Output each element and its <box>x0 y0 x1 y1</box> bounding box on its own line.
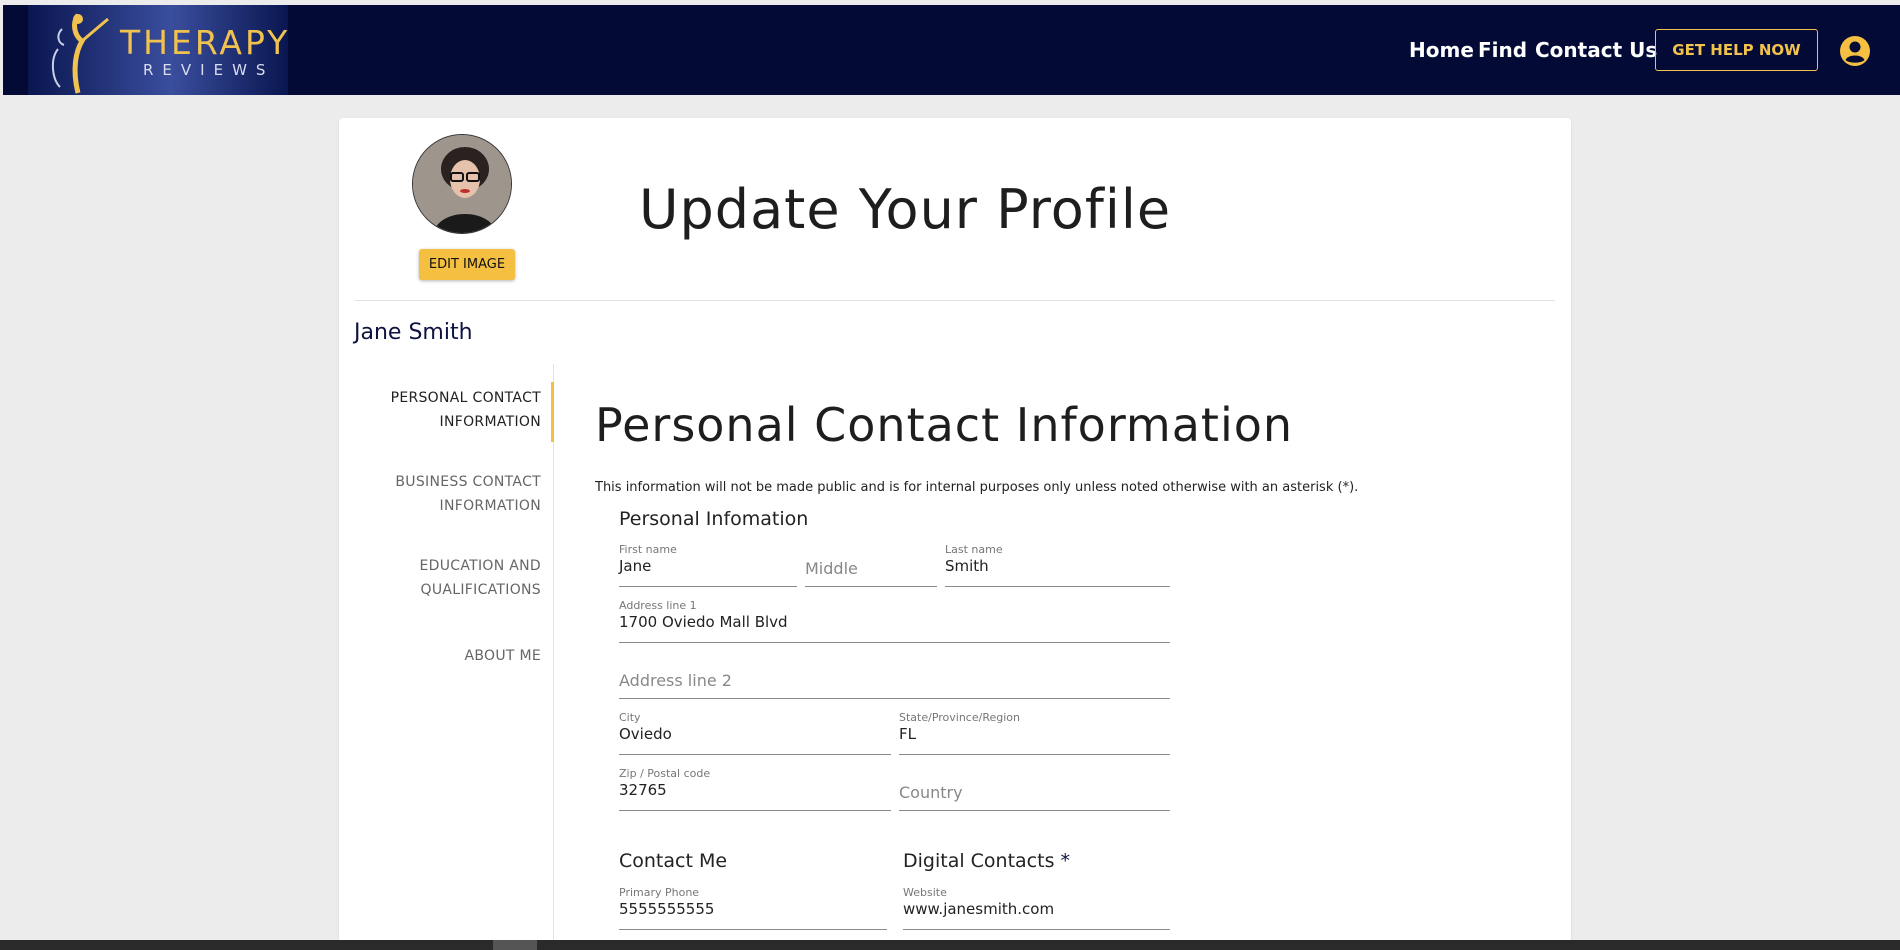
sidebar-item-label: QUALIFICATIONS <box>420 582 541 598</box>
profile-photo <box>413 135 511 233</box>
sidebar-item-business-contact[interactable]: BUSINESS CONTACT INFORMATION <box>395 470 541 518</box>
sidebar-item-personal-contact[interactable]: PERSONAL CONTACT INFORMATION <box>391 386 541 434</box>
state-field[interactable]: State/Province/Region FL <box>899 709 1170 755</box>
middle-name-field[interactable]: Middle <box>805 541 937 587</box>
city-field[interactable]: City Oviedo <box>619 709 891 755</box>
nav-find[interactable]: Find <box>1478 38 1527 62</box>
website-value: www.janesmith.com <box>903 900 1055 918</box>
personal-info-heading: Personal Infomation <box>619 508 809 530</box>
website-label: Website <box>903 886 947 899</box>
website-field[interactable]: Website www.janesmith.com <box>903 884 1170 930</box>
first-name-label: First name <box>619 543 677 556</box>
address-line2-placeholder: Address line 2 <box>619 671 732 690</box>
edit-image-button[interactable]: EDIT IMAGE <box>419 249 515 280</box>
sidebar-item-label: ABOUT ME <box>464 648 541 664</box>
last-name-field[interactable]: Last name Smith <box>945 541 1170 587</box>
primary-phone-field[interactable]: Primary Phone 5555555555 <box>619 884 887 930</box>
brand-logo[interactable]: THERAPY REVIEWS <box>28 5 288 95</box>
zip-label: Zip / Postal code <box>619 767 711 780</box>
privacy-note: This information will not be made public… <box>595 480 1359 495</box>
brand-subtitle: REVIEWS <box>143 61 275 79</box>
middle-name-placeholder: Middle <box>805 559 858 578</box>
country-field[interactable]: Country <box>899 765 1170 811</box>
section-title: Personal Contact Information <box>595 398 1294 452</box>
sidebar-item-label: BUSINESS CONTACT <box>395 474 541 490</box>
state-label: State/Province/Region <box>899 711 1020 724</box>
sidebar-item-label: INFORMATION <box>439 498 541 514</box>
active-tab-indicator <box>551 382 554 442</box>
city-value: Oviedo <box>619 725 672 743</box>
address-line1-field[interactable]: Address line 1 1700 Oviedo Mall Blvd <box>619 597 1170 643</box>
divider <box>355 300 1555 301</box>
digital-contacts-label: Digital Contacts <box>903 850 1055 872</box>
sidebar-item-label: INFORMATION <box>439 414 541 430</box>
account-icon[interactable] <box>1839 35 1871 67</box>
required-asterisk: * <box>1060 850 1071 872</box>
address-line2-field[interactable]: Address line 2 <box>619 653 1170 699</box>
profile-card: EDIT IMAGE Update Your Profile Jane Smit… <box>339 118 1571 950</box>
country-placeholder: Country <box>899 783 963 802</box>
nav-contact-us[interactable]: Contact Us <box>1535 38 1657 62</box>
contact-me-heading: Contact Me <box>619 850 728 872</box>
primary-phone-value: 5555555555 <box>619 900 715 918</box>
taskbar-item[interactable] <box>493 940 537 950</box>
last-name-label: Last name <box>945 543 1003 556</box>
state-value: FL <box>899 725 916 743</box>
sidebar-item-education[interactable]: EDUCATION AND QUALIFICATIONS <box>420 554 542 602</box>
nav-home[interactable]: Home <box>1409 38 1474 62</box>
zip-field[interactable]: Zip / Postal code 32765 <box>619 765 891 811</box>
sidebar-item-about-me[interactable]: ABOUT ME <box>464 644 541 668</box>
top-nav-bar: THERAPY REVIEWS Home Find Contact Us GET… <box>3 5 1900 95</box>
get-help-now-button[interactable]: GET HELP NOW <box>1655 29 1818 71</box>
sidebar-item-label: PERSONAL CONTACT <box>390 390 541 406</box>
therapist-figure-icon <box>52 13 109 94</box>
zip-value: 32765 <box>619 781 667 799</box>
page-title: Update Your Profile <box>639 178 1172 241</box>
first-name-value: Jane <box>619 557 652 575</box>
first-name-field[interactable]: First name Jane <box>619 541 797 587</box>
sidebar-divider <box>553 364 554 950</box>
primary-phone-label: Primary Phone <box>619 886 700 899</box>
taskbar <box>0 940 1900 950</box>
user-name: Jane Smith <box>354 320 473 345</box>
last-name-value: Smith <box>945 557 989 575</box>
sidebar-item-label: EDUCATION AND <box>419 558 541 574</box>
address-line1-label: Address line 1 <box>619 599 697 612</box>
digital-contacts-heading: Digital Contacts * <box>903 850 1070 872</box>
brand-title: THERAPY <box>120 23 288 62</box>
address-line1-value: 1700 Oviedo Mall Blvd <box>619 613 788 631</box>
city-label: City <box>619 711 641 724</box>
avatar <box>412 134 512 234</box>
